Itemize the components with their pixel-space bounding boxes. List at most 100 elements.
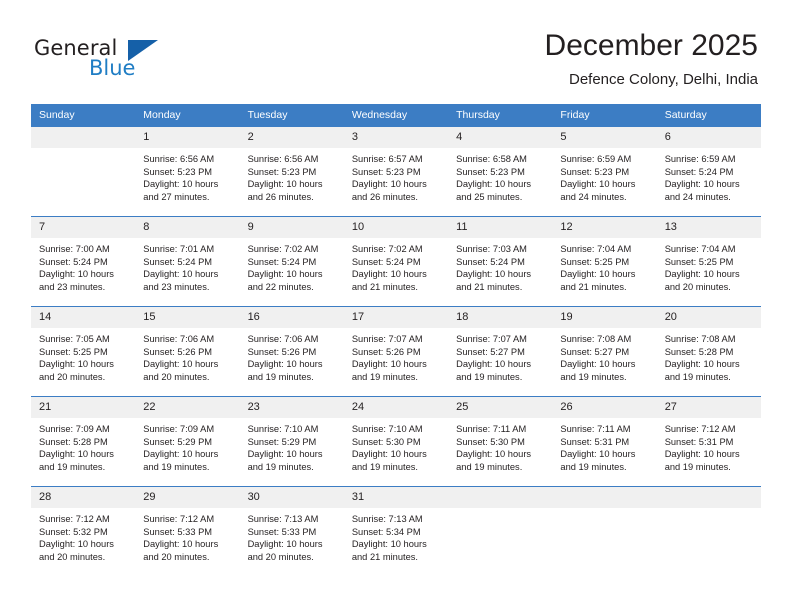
day-cell-inner: 1 Sunrise: 6:56 AM Sunset: 5:23 PM Daylight…	[135, 127, 240, 216]
sunrise-text: Sunrise: 6:57 AM	[351, 154, 423, 164]
calendar-day-cell[interactable]: 27 Sunrise: 7:12 AM Sunset: 5:31 PM Dayligh…	[656, 396, 761, 487]
sunset-text: Sunset: 5:27 PM	[456, 346, 525, 357]
calendar-day-cell[interactable]: 20 Sunrise: 7:08 AM Sunset: 5:28 PM Dayligh…	[656, 306, 761, 397]
sunset-text: Sunset: 5:23 PM	[351, 166, 421, 177]
day-cell-inner: 4 Sunrise: 6:58 AM Sunset: 5:23 PM Daylight…	[448, 127, 553, 216]
day-cell-inner: 21 Sunrise: 7:09 AM Sunset: 5:28 PM Dayligh…	[31, 397, 136, 486]
day-details: Sunrise: 6:56 AM Sunset: 5:23 PM Daylight:…	[240, 148, 344, 203]
calendar-day-cell[interactable]: 7 Sunrise: 7:00 AM Sunset: 5:24 PM Daylight…	[31, 216, 136, 307]
sunset-text: Sunset: 5:31 PM	[664, 436, 734, 447]
calendar-day-cell[interactable]: 23 Sunrise: 7:10 AM Sunset: 5:29 PM Dayligh…	[239, 396, 344, 487]
calendar-day-cell[interactable]: 22 Sunrise: 7:09 AM Sunset: 5:29 PM Dayligh…	[135, 396, 240, 487]
calendar-day-cell[interactable]: 16 Sunrise: 7:06 AM Sunset: 5:26 PM Dayligh…	[239, 306, 344, 397]
daylight-text-line1: Daylight: 10 hours	[247, 539, 323, 550]
daylight-text-line1: Daylight: 10 hours	[39, 539, 114, 550]
calendar-day-cell[interactable]: 24 Sunrise: 7:10 AM Sunset: 5:30 PM Dayligh…	[343, 396, 449, 487]
day-cell-inner	[552, 487, 657, 576]
calendar-week-row: 14 Sunrise: 7:05 AM Sunset: 5:25 PM Dayligh…	[31, 306, 761, 397]
calendar-day-cell[interactable]: 15 Sunrise: 7:06 AM Sunset: 5:26 PM Dayligh…	[135, 306, 240, 397]
calendar-day-cell[interactable]: 19 Sunrise: 7:08 AM Sunset: 5:27 PM Dayligh…	[552, 306, 657, 397]
day-cell-inner: 25 Sunrise: 7:11 AM Sunset: 5:30 PM Dayligh…	[448, 397, 553, 486]
day-number: 31	[343, 487, 449, 508]
daylight-text-line1: Daylight: 10 hours	[560, 179, 636, 190]
calendar-week-row: 21 Sunrise: 7:09 AM Sunset: 5:28 PM Dayligh…	[31, 396, 761, 487]
daylight-text-line2: and 19 minutes.	[664, 371, 731, 382]
sunrise-text: Sunrise: 6:56 AM	[247, 154, 319, 164]
sunrise-text: Sunrise: 7:06 AM	[143, 334, 215, 344]
daylight-text-line2: and 26 minutes.	[247, 191, 314, 202]
calendar-day-cell[interactable]: 12 Sunrise: 7:04 AM Sunset: 5:25 PM Dayligh…	[552, 216, 657, 307]
day-cell-inner: 3 Sunrise: 6:57 AM Sunset: 5:23 PM Daylight…	[343, 127, 449, 216]
sunset-text: Sunset: 5:31 PM	[560, 436, 630, 447]
day-details: Sunrise: 7:08 AM Sunset: 5:28 PM Daylight:…	[657, 328, 761, 383]
daylight-text-line2: and 19 minutes.	[351, 371, 418, 382]
calendar-day-cell[interactable]: 5 Sunrise: 6:59 AM Sunset: 5:23 PM Daylight…	[552, 126, 657, 217]
day-cell-inner: 10 Sunrise: 7:02 AM Sunset: 5:24 PM Dayligh…	[343, 217, 449, 306]
daylight-text-line1: Daylight: 10 hours	[39, 269, 114, 280]
sunset-text: Sunset: 5:24 PM	[247, 256, 317, 267]
day-cell-inner	[448, 487, 553, 576]
sunset-text: Sunset: 5:32 PM	[39, 526, 108, 537]
day-details: Sunrise: 7:09 AM Sunset: 5:28 PM Daylight:…	[31, 418, 135, 473]
calendar-day-cell[interactable]: 11 Sunrise: 7:03 AM Sunset: 5:24 PM Dayligh…	[448, 216, 553, 307]
daylight-text-line2: and 22 minutes.	[247, 281, 314, 292]
daylight-text-line1: Daylight: 10 hours	[143, 179, 219, 190]
calendar-day-cell[interactable]: 13 Sunrise: 7:04 AM Sunset: 5:25 PM Dayligh…	[656, 216, 761, 307]
daylight-text-line1: Daylight: 10 hours	[247, 179, 323, 190]
calendar-day-cell[interactable]: 18 Sunrise: 7:07 AM Sunset: 5:27 PM Dayligh…	[448, 306, 553, 397]
daylight-text-line2: and 21 minutes.	[560, 281, 627, 292]
day-details: Sunrise: 6:58 AM Sunset: 5:23 PM Daylight:…	[448, 148, 552, 203]
sunset-text: Sunset: 5:33 PM	[247, 526, 317, 537]
day-number: 18	[448, 307, 553, 328]
sunrise-text: Sunrise: 7:05 AM	[39, 334, 110, 344]
general-blue-logo: General Blue	[34, 36, 214, 88]
calendar-day-cell[interactable]: 26 Sunrise: 7:11 AM Sunset: 5:31 PM Dayligh…	[552, 396, 657, 487]
calendar-day-cell[interactable]: 3 Sunrise: 6:57 AM Sunset: 5:23 PM Daylight…	[343, 126, 449, 217]
day-number	[31, 127, 136, 148]
calendar-day-cell[interactable]: 6 Sunrise: 6:59 AM Sunset: 5:24 PM Daylight…	[656, 126, 761, 217]
calendar-day-cell[interactable]: 10 Sunrise: 7:02 AM Sunset: 5:24 PM Dayligh…	[343, 216, 449, 307]
calendar-day-cell[interactable]: 17 Sunrise: 7:07 AM Sunset: 5:26 PM Dayligh…	[343, 306, 449, 397]
day-details: Sunrise: 7:10 AM Sunset: 5:30 PM Daylight:…	[344, 418, 448, 473]
weekday-header-saturday: Saturday	[656, 104, 761, 127]
sunrise-text: Sunrise: 7:02 AM	[247, 244, 319, 254]
sunrise-text: Sunrise: 6:58 AM	[456, 154, 527, 164]
calendar-day-cell[interactable]: 28 Sunrise: 7:12 AM Sunset: 5:32 PM Dayligh…	[31, 486, 136, 576]
daylight-text-line1: Daylight: 10 hours	[456, 449, 532, 460]
sunset-text: Sunset: 5:23 PM	[456, 166, 525, 177]
calendar-day-cell[interactable]: 31 Sunrise: 7:13 AM Sunset: 5:34 PM Dayligh…	[343, 486, 449, 576]
weekday-header-friday: Friday	[552, 104, 657, 127]
daylight-text-line2: and 23 minutes.	[39, 281, 106, 292]
daylight-text-line2: and 20 minutes.	[39, 371, 106, 382]
calendar-day-cell[interactable]: 14 Sunrise: 7:05 AM Sunset: 5:25 PM Dayligh…	[31, 306, 136, 397]
calendar-day-cell[interactable]: 30 Sunrise: 7:13 AM Sunset: 5:33 PM Dayligh…	[239, 486, 344, 576]
calendar-week-row: 7 Sunrise: 7:00 AM Sunset: 5:24 PM Daylight…	[31, 216, 761, 307]
daylight-text-line2: and 25 minutes.	[456, 191, 523, 202]
day-details: Sunrise: 7:12 AM Sunset: 5:32 PM Daylight:…	[31, 508, 135, 563]
sunrise-text: Sunrise: 7:07 AM	[456, 334, 527, 344]
sunrise-text: Sunrise: 7:06 AM	[247, 334, 319, 344]
day-details: Sunrise: 7:03 AM Sunset: 5:24 PM Daylight:…	[448, 238, 552, 293]
calendar-day-cell[interactable]: 4 Sunrise: 6:58 AM Sunset: 5:23 PM Daylight…	[448, 126, 553, 217]
daylight-text-line1: Daylight: 10 hours	[456, 179, 532, 190]
calendar-day-cell[interactable]: 8 Sunrise: 7:01 AM Sunset: 5:24 PM Daylight…	[135, 216, 240, 307]
calendar-day-cell[interactable]: 25 Sunrise: 7:11 AM Sunset: 5:30 PM Dayligh…	[448, 396, 553, 487]
day-details: Sunrise: 6:59 AM Sunset: 5:24 PM Daylight:…	[657, 148, 761, 203]
sunset-text: Sunset: 5:24 PM	[39, 256, 108, 267]
day-cell-inner: 12 Sunrise: 7:04 AM Sunset: 5:25 PM Dayligh…	[552, 217, 657, 306]
calendar-day-cell[interactable]: 29 Sunrise: 7:12 AM Sunset: 5:33 PM Dayligh…	[135, 486, 240, 576]
calendar-day-cell[interactable]: 9 Sunrise: 7:02 AM Sunset: 5:24 PM Daylight…	[239, 216, 344, 307]
calendar-day-cell-empty	[656, 486, 761, 576]
sunset-text: Sunset: 5:27 PM	[560, 346, 630, 357]
sunset-text: Sunset: 5:25 PM	[39, 346, 108, 357]
daylight-text-line1: Daylight: 10 hours	[143, 449, 219, 460]
day-cell-inner: 19 Sunrise: 7:08 AM Sunset: 5:27 PM Dayligh…	[552, 307, 657, 396]
calendar-day-cell[interactable]: 2 Sunrise: 6:56 AM Sunset: 5:23 PM Daylight…	[239, 126, 344, 217]
daylight-text-line1: Daylight: 10 hours	[351, 179, 427, 190]
day-number: 8	[135, 217, 240, 238]
calendar-day-cell[interactable]: 1 Sunrise: 6:56 AM Sunset: 5:23 PM Daylight…	[135, 126, 240, 217]
calendar-day-cell[interactable]: 21 Sunrise: 7:09 AM Sunset: 5:28 PM Dayligh…	[31, 396, 136, 487]
calendar-day-cell-empty	[552, 486, 657, 576]
day-cell-inner: 16 Sunrise: 7:06 AM Sunset: 5:26 PM Dayligh…	[239, 307, 344, 396]
day-number	[552, 487, 657, 508]
